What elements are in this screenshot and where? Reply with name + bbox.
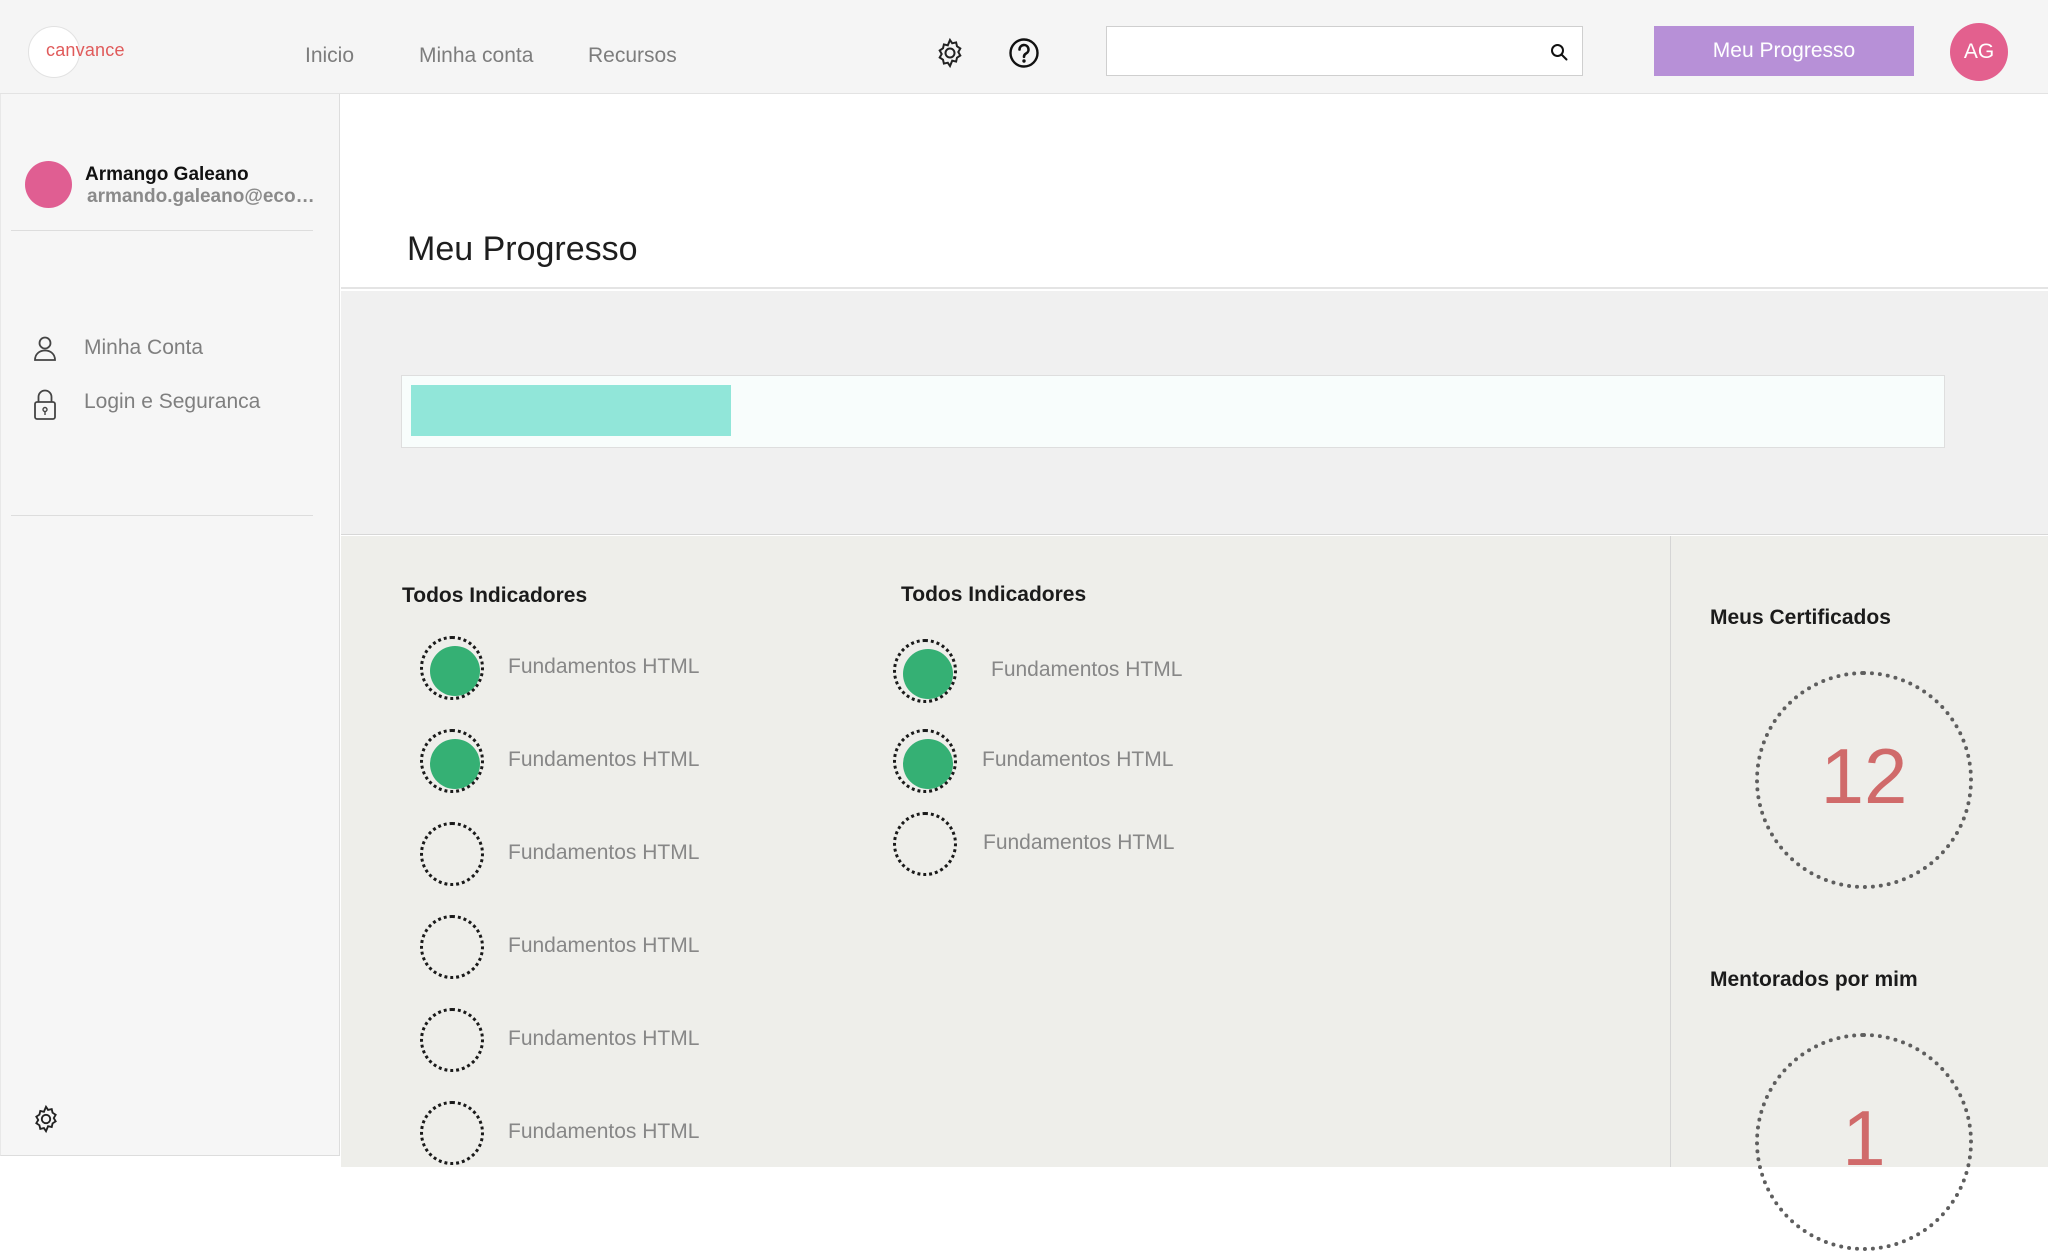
- indicator-label: Fundamentos HTML: [508, 841, 700, 864]
- gear-icon[interactable]: [31, 1104, 61, 1134]
- user-avatar: [25, 161, 72, 208]
- sidebar-item-label: Login e Seguranca: [84, 390, 261, 413]
- sidebar-item-login-seguranca[interactable]: Login e Seguranca: [31, 384, 321, 420]
- sidebar-item-label: Minha Conta: [84, 336, 204, 359]
- pending-indicator-icon: [420, 1101, 484, 1165]
- indicators-heading-right: Todos Indicadores: [901, 583, 1087, 606]
- question-circle-icon[interactable]: [1008, 37, 1040, 69]
- completed-indicator-icon: [420, 729, 484, 793]
- progress-bar-fill: [411, 385, 731, 436]
- completed-dot: [430, 739, 480, 789]
- progress-section: [341, 291, 2048, 535]
- column-divider: [1670, 536, 1671, 1167]
- mentored-heading: Mentorados por mim: [1710, 968, 1918, 991]
- pending-indicator-icon: [893, 812, 957, 876]
- my-progress-button[interactable]: Meu Progresso: [1654, 26, 1914, 76]
- indicator-item: Fundamentos HTML: [420, 915, 800, 983]
- page-header: Meu Progresso: [341, 94, 2048, 289]
- sidebar-divider: [11, 230, 313, 231]
- indicators-section: Todos Indicadores Fundamentos HTML Fundam…: [341, 536, 2048, 1251]
- indicator-label: Fundamentos HTML: [508, 1120, 700, 1143]
- pending-indicator-icon: [420, 822, 484, 886]
- mentored-count-ring: 1: [1755, 1033, 1973, 1251]
- search-icon[interactable]: [1550, 43, 1568, 61]
- indicator-item: Fundamentos HTML: [420, 1101, 800, 1169]
- completed-indicator-icon: [893, 729, 957, 793]
- indicator-label: Fundamentos HTML: [508, 934, 700, 957]
- mentored-count: 1: [1842, 1094, 1886, 1182]
- nav-inicio[interactable]: Inicio: [305, 44, 354, 68]
- indicator-label: Fundamentos HTML: [982, 748, 1174, 771]
- gear-icon[interactable]: [934, 37, 966, 69]
- indicator-item: Fundamentos HTML: [420, 1008, 800, 1076]
- certificates-heading: Meus Certificados: [1710, 606, 1891, 629]
- indicator-item: Fundamentos HTML: [893, 812, 1273, 880]
- indicator-item: Fundamentos HTML: [420, 636, 800, 704]
- sidebar-divider: [11, 515, 313, 516]
- indicator-label: Fundamentos HTML: [991, 658, 1183, 681]
- indicator-label: Fundamentos HTML: [983, 831, 1175, 854]
- user-email: armando.galeano@econ...: [87, 186, 323, 207]
- search-input[interactable]: [1107, 27, 1527, 75]
- completed-dot: [430, 646, 480, 696]
- lock-icon: [34, 389, 56, 420]
- completed-dot: [903, 649, 953, 699]
- top-bar: canvance Inicio Minha conta Recursos Meu…: [0, 0, 2048, 94]
- indicator-label: Fundamentos HTML: [508, 748, 700, 771]
- sidebar: Armango Galeano armando.galeano@econ... …: [0, 94, 340, 1156]
- indicators-heading-left: Todos Indicadores: [402, 584, 588, 607]
- certificates-count: 12: [1820, 732, 1908, 820]
- indicator-item: Fundamentos HTML: [420, 822, 800, 890]
- nav-minha-conta[interactable]: Minha conta: [419, 44, 533, 68]
- search-box[interactable]: [1106, 26, 1583, 76]
- nav-recursos[interactable]: Recursos: [588, 44, 677, 68]
- completed-indicator-icon: [893, 639, 957, 703]
- certificates-count-ring: 12: [1755, 671, 1973, 889]
- indicator-label: Fundamentos HTML: [508, 655, 700, 678]
- user-icon: [34, 336, 56, 361]
- indicator-label: Fundamentos HTML: [508, 1027, 700, 1050]
- indicator-item: Fundamentos HTML: [893, 639, 1273, 707]
- pending-indicator-icon: [420, 915, 484, 979]
- logo-text[interactable]: canvance: [46, 40, 125, 61]
- pending-indicator-icon: [420, 1008, 484, 1072]
- page-title: Meu Progresso: [407, 230, 638, 268]
- indicator-item: Fundamentos HTML: [893, 729, 1273, 797]
- completed-dot: [903, 739, 953, 789]
- progress-bar: [401, 375, 1945, 448]
- indicator-item: Fundamentos HTML: [420, 729, 800, 797]
- user-name: Armango Galeano: [85, 164, 249, 185]
- completed-indicator-icon: [420, 636, 484, 700]
- avatar[interactable]: AG: [1950, 23, 2008, 81]
- sidebar-item-minha-conta[interactable]: Minha Conta: [31, 330, 321, 366]
